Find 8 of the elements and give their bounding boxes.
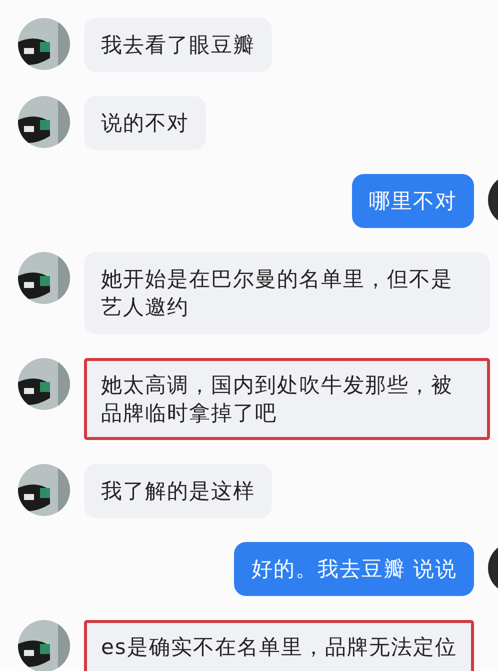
message-bubble: 她开始是在巴尔曼的名单里，但不是艺人邀约: [84, 252, 490, 334]
message-bubble: 我了解的是这样: [84, 464, 272, 518]
message-bubble: 好的。我去豆瓣 说说: [234, 542, 474, 596]
message-bubble: 说的不对: [84, 96, 206, 150]
highlighted-message-bubble: 她太高调，国内到处吹牛发那些，被品牌临时拿掉了吧: [84, 358, 490, 440]
highlighted-message-bubble: es是确实不在名单里，品牌无法定位: [84, 620, 474, 671]
message-bubble: 哪里不对: [352, 174, 474, 228]
message-bubble: 我去看了眼豆瓣: [84, 18, 272, 72]
